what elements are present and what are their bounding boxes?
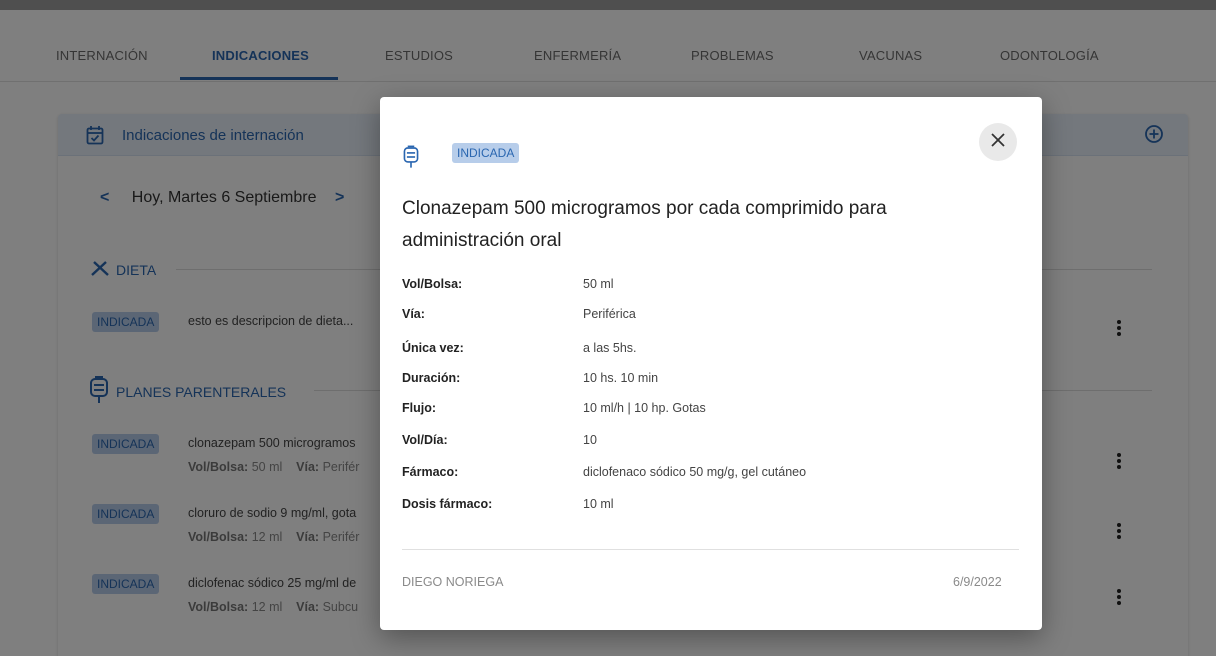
close-icon: [991, 132, 1005, 152]
author-name: DIEGO NORIEGA: [402, 575, 504, 589]
field-label: Duración:: [402, 371, 461, 385]
field-label: Vol/Bolsa:: [402, 277, 463, 291]
field-label: Dosis fármaco:: [402, 497, 493, 511]
field-value: Periférica: [583, 307, 636, 321]
indication-detail-dialog: INDICADA Clonazepam 500 microgramos por …: [380, 97, 1042, 630]
field-label: Única vez:: [402, 341, 464, 355]
iv-bag-icon: [402, 145, 420, 174]
status-badge: INDICADA: [452, 143, 520, 163]
dialog-divider: [402, 549, 1019, 550]
field-label: Flujo:: [402, 401, 437, 415]
field-label: Vol/Día:: [402, 433, 448, 447]
field-value: 10 ml/h | 10 hp. Gotas: [583, 401, 706, 415]
field-label: Fármaco:: [402, 465, 459, 479]
dialog-heading: Clonazepam 500 microgramos por cada comp…: [402, 198, 887, 251]
field-value: 10: [583, 433, 597, 447]
field-value: a las 5hs.: [583, 341, 637, 355]
field-value: 50 ml: [583, 277, 614, 291]
close-button[interactable]: [979, 123, 1017, 161]
field-value: 10 ml: [583, 497, 614, 511]
dialog-date: 6/9/2022: [953, 575, 1002, 589]
field-label: Vía:: [402, 307, 425, 321]
field-value: 10 hs. 10 min: [583, 371, 659, 385]
field-value: diclofenaco sódico 50 mg/g, gel cutáneo: [583, 465, 807, 479]
